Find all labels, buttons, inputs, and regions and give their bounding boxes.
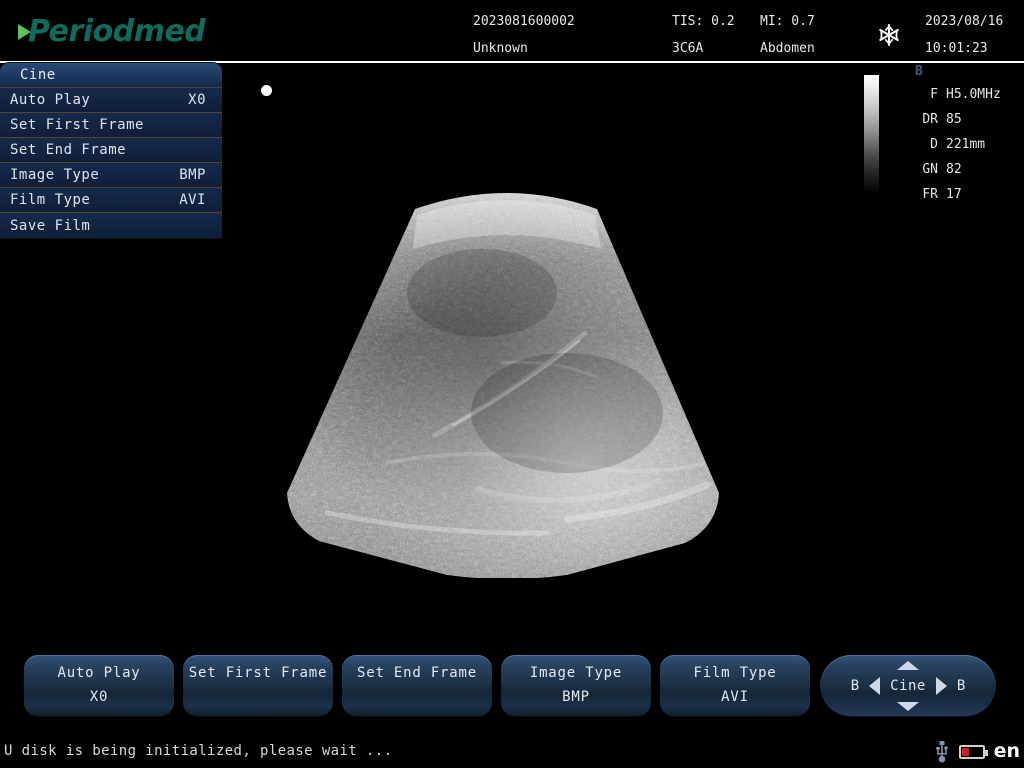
soft-key-set-end-frame[interactable]: Set End Frame: [342, 655, 492, 717]
soft-key-label: Set End Frame: [357, 665, 477, 681]
soft-key-label: Image Type: [529, 665, 623, 681]
nav-pad-row: B Cine B: [820, 655, 996, 717]
param-key: F: [930, 87, 938, 102]
cine-menu-item-film-type[interactable]: Film Type AVI: [0, 188, 222, 213]
imaging-parameters-panel: B F H5.0MHz DR 85 D 221mm GN 82 FR 17: [908, 64, 1024, 207]
cine-menu-title: Cine: [0, 63, 222, 88]
cine-menu-item-auto-play[interactable]: Auto Play X0: [0, 88, 222, 113]
brand-logo: Periodmed: [18, 12, 206, 50]
param-row-dynamic-range: DR 85: [908, 107, 1024, 132]
soft-key-value: X0: [89, 689, 109, 705]
patient-name: Unknown: [473, 41, 528, 56]
status-bar: U disk is being initialized, please wait…: [0, 735, 1024, 768]
usb-icon: [935, 740, 948, 762]
nav-right-mode-label: B: [956, 678, 966, 694]
param-value: 82: [946, 162, 962, 177]
soft-key-image-type[interactable]: Image Type BMP: [501, 655, 651, 717]
cine-item-label: Auto Play: [10, 92, 91, 108]
param-row-frequency: F H5.0MHz: [908, 82, 1024, 107]
battery-icon: [958, 744, 988, 759]
soft-key-value: AVI: [721, 689, 749, 705]
status-icon-tray: en: [934, 739, 1020, 764]
param-row-gain: GN 82: [908, 157, 1024, 182]
param-value: H5.0MHz: [946, 87, 1001, 102]
ultrasound-image-area[interactable]: [222, 63, 1024, 643]
cine-menu-item-set-end-frame[interactable]: Set End Frame: [0, 138, 222, 163]
battery-fill-level: [961, 747, 969, 756]
soft-key-value: BMP: [562, 689, 590, 705]
param-row-frame-rate: FR 17: [908, 182, 1024, 207]
param-key: D: [930, 137, 938, 152]
nav-center-label: Cine: [890, 678, 926, 694]
language-indicator[interactable]: en: [994, 742, 1020, 761]
soft-key-label: Set First Frame: [188, 665, 328, 681]
cine-menu-item-image-type[interactable]: Image Type BMP: [0, 163, 222, 188]
cine-item-label: Image Type: [10, 167, 100, 183]
soft-key-film-type[interactable]: Film Type AVI: [660, 655, 810, 717]
grayscale-reference-bar: [864, 75, 879, 191]
param-key: GN: [922, 162, 938, 177]
exam-region: Abdomen: [760, 41, 815, 56]
imaging-mode-label: B: [915, 64, 923, 79]
cine-menu-panel: Cine Auto Play X0 Set First Frame Set En…: [0, 63, 222, 238]
mi-value: MI: 0.7: [760, 14, 815, 29]
soft-key-auto-play[interactable]: Auto Play X0: [24, 655, 174, 717]
triangle-right-icon[interactable]: [935, 677, 947, 695]
soft-key-set-first-frame[interactable]: Set First Frame: [183, 655, 333, 717]
cine-item-label: Set End Frame: [10, 142, 127, 158]
system-time: 10:01:23: [925, 41, 988, 56]
nav-left-mode-label: B: [850, 678, 860, 694]
triangle-left-icon[interactable]: [869, 677, 881, 695]
tis-value: TIS: 0.2: [672, 14, 735, 29]
cursor-dot-marker: [261, 85, 272, 96]
b-mode-sector-scan: [267, 163, 747, 578]
status-message: U disk is being initialized, please wait…: [4, 743, 393, 759]
cine-item-value: X0: [188, 92, 206, 108]
soft-key-label: Film Type: [693, 665, 777, 681]
snowflake-icon: [879, 23, 899, 47]
system-date: 2023/08/16: [925, 14, 1004, 29]
cine-item-value: BMP: [179, 167, 206, 183]
cine-item-label: Film Type: [10, 192, 91, 208]
cine-item-value: AVI: [179, 192, 206, 208]
header-bar: Periodmed 2023081600002 Unknown TIS: 0.2…: [0, 0, 1024, 63]
cine-navigation-pad[interactable]: B Cine B: [820, 655, 996, 717]
cine-menu-item-set-first-frame[interactable]: Set First Frame: [0, 113, 222, 138]
cine-item-label: Save Film: [10, 217, 91, 234]
patient-id: 2023081600002: [473, 14, 575, 29]
ultrasound-screen: Periodmed 2023081600002 Unknown TIS: 0.2…: [0, 0, 1024, 768]
param-key: DR: [922, 112, 938, 127]
param-key: FR: [922, 187, 938, 202]
brand-name: Periodmed: [28, 13, 206, 49]
param-value: 85: [946, 112, 962, 127]
param-value: 221mm: [946, 137, 986, 152]
soft-key-label: Auto Play: [57, 665, 141, 681]
soft-key-bar: Auto Play X0 Set First Frame Set End Fra…: [0, 643, 1024, 735]
param-row-depth: D 221mm: [908, 132, 1024, 157]
param-value: 17: [946, 187, 962, 202]
probe-model: 3C6A: [672, 41, 704, 56]
cine-item-label: Set First Frame: [10, 117, 144, 133]
cine-menu-item-save-film[interactable]: Save Film: [0, 213, 222, 238]
